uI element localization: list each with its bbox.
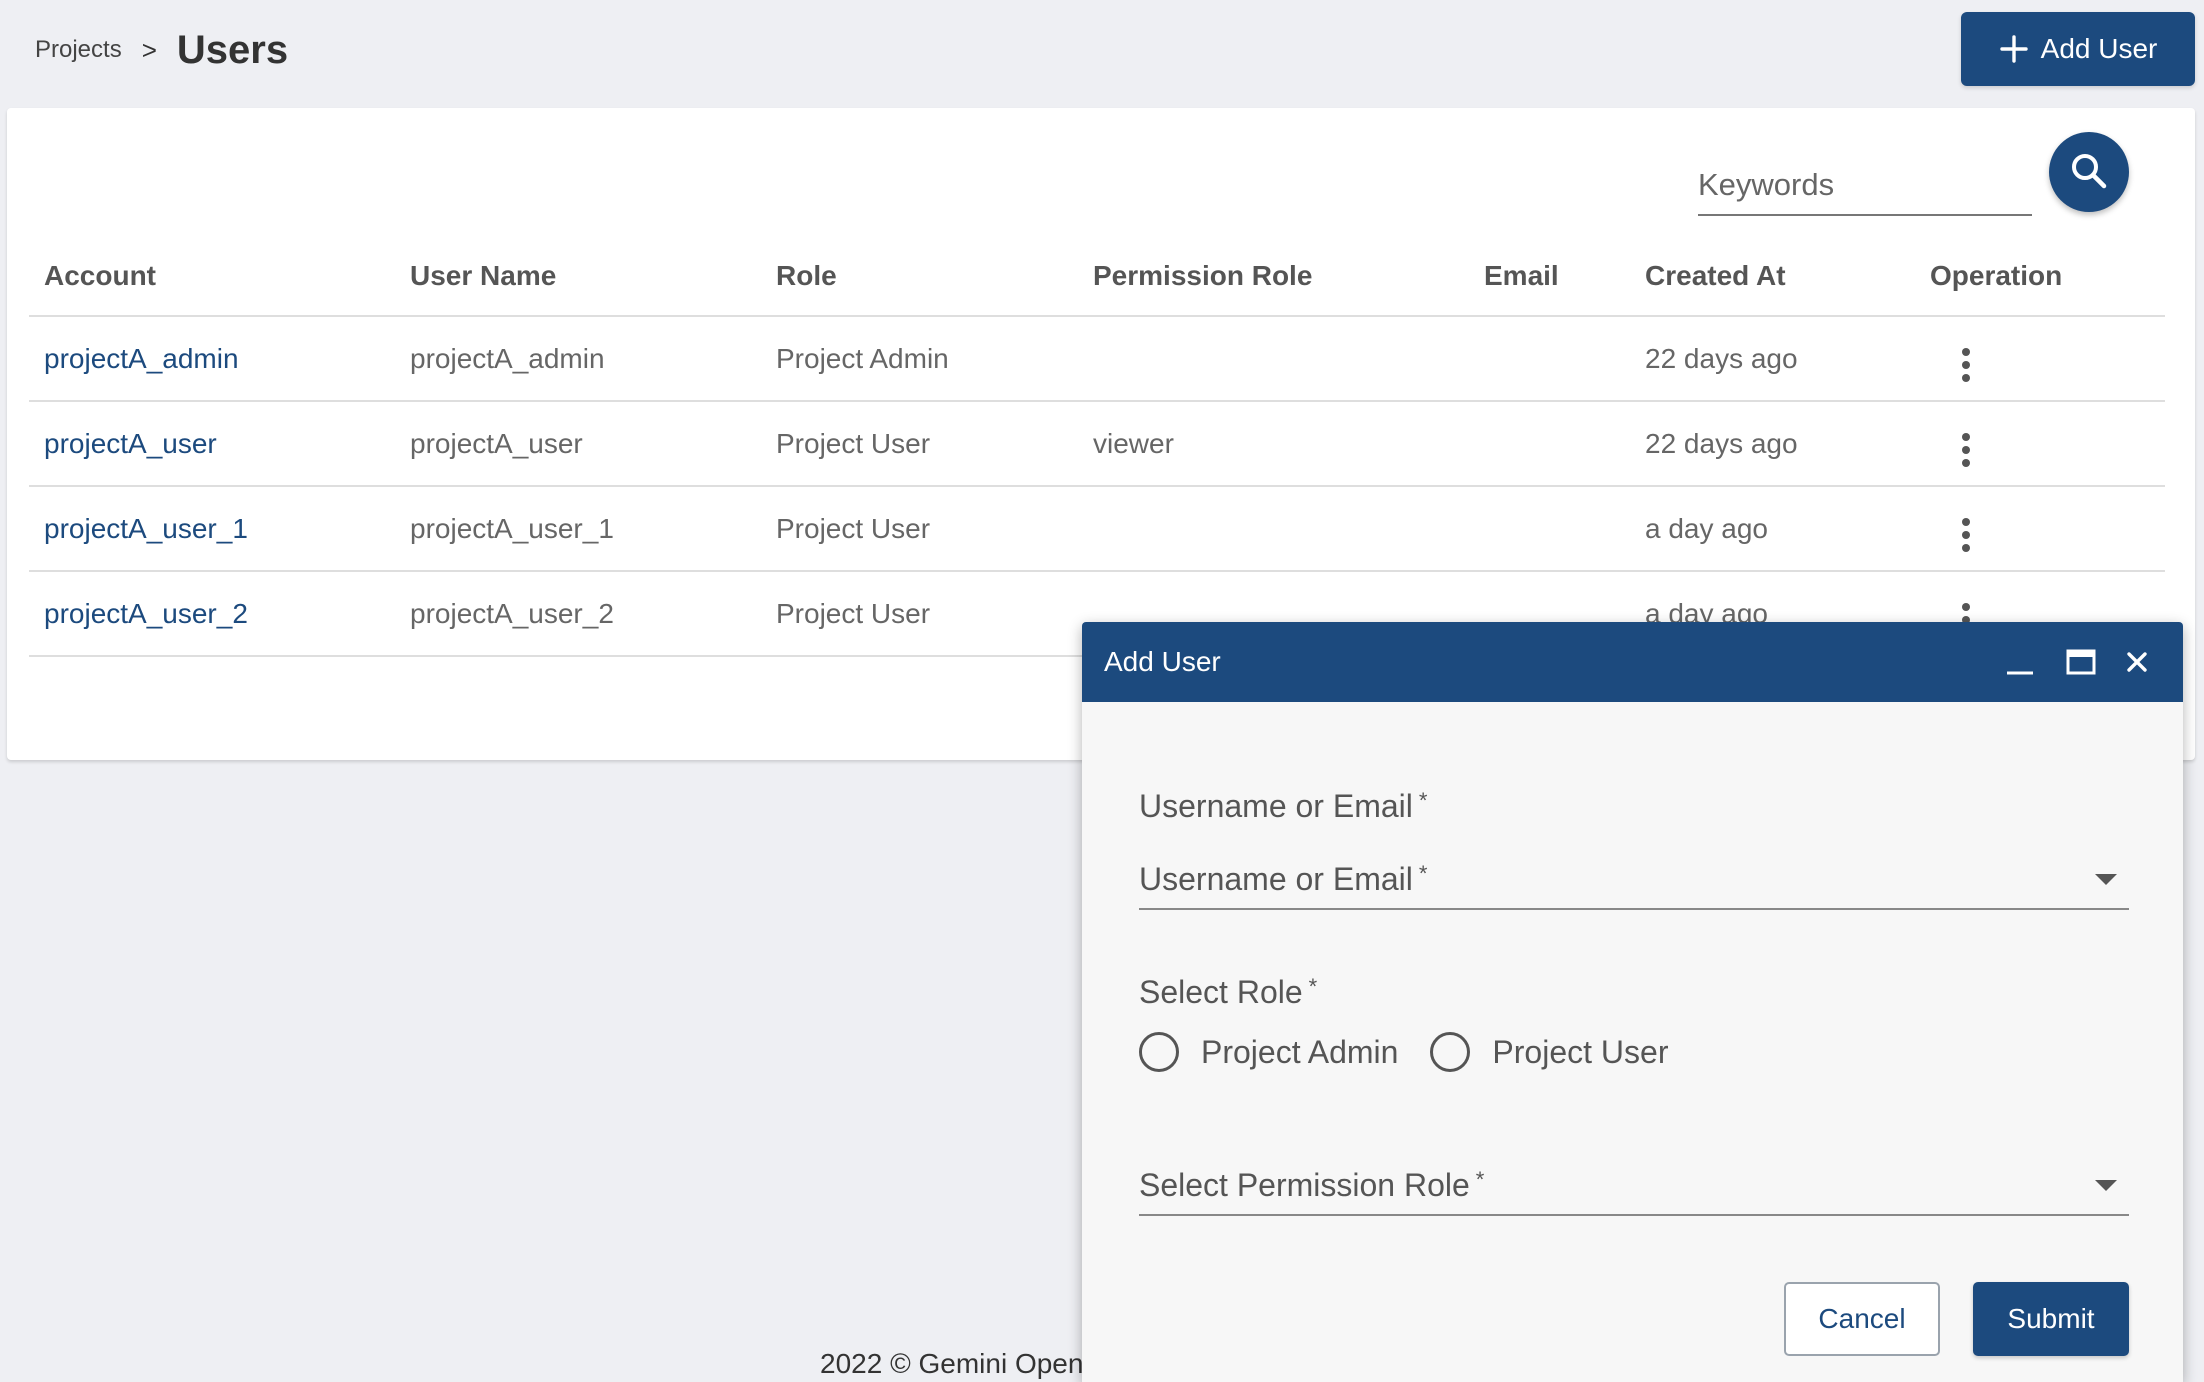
- add-user-button-label: Add User: [2040, 33, 2158, 64]
- username-field-label: Username or Email *: [1139, 788, 1427, 825]
- column-header-operation: Operation: [1915, 224, 2165, 317]
- permission-role-select[interactable]: Select Permission Role *: [1139, 1156, 2129, 1216]
- account-link[interactable]: projectA_user_2: [29, 571, 395, 657]
- footer-copyright: 2022 © Gemini Open: [820, 1348, 1084, 1379]
- page-title: Users: [176, 27, 289, 72]
- role-cell: Project Admin: [761, 316, 1078, 402]
- permission-role-cell: viewer: [1078, 401, 1469, 487]
- column-header-email[interactable]: Email: [1469, 224, 1630, 317]
- required-mark: *: [1475, 1166, 1485, 1192]
- operation-cell: [1915, 401, 2165, 487]
- radio-circle[interactable]: [1139, 1032, 1179, 1072]
- required-mark: *: [1418, 860, 1428, 886]
- radio-circle[interactable]: [1430, 1032, 1471, 1072]
- cancel-button[interactable]: Cancel: [1784, 1282, 1940, 1356]
- required-mark: *: [1418, 788, 1428, 813]
- role-field-label: Select Role *: [1139, 974, 1317, 1011]
- plus-icon: [1999, 34, 2029, 64]
- account-link[interactable]: projectA_user: [29, 401, 395, 487]
- created-at-cell: a day ago: [1630, 486, 1915, 572]
- maximize-icon[interactable]: [2061, 642, 2101, 682]
- role-radio-group: Project Admin Project User: [1139, 1032, 1700, 1072]
- search-icon: [2069, 151, 2109, 194]
- search-button[interactable]: [2049, 132, 2129, 212]
- created-at-cell: 22 days ago: [1630, 401, 1915, 487]
- user-name-cell: projectA_admin: [395, 316, 761, 402]
- username-select-placeholder: Username or Email *: [1139, 861, 1427, 898]
- username-placeholder-text: Username or Email: [1139, 860, 1413, 897]
- radio-project-user[interactable]: Project User: [1430, 1032, 1668, 1072]
- breadcrumb-projects-link[interactable]: Projects: [35, 36, 122, 64]
- breadcrumb-separator: >: [141, 34, 157, 65]
- permission-placeholder-text: Select Permission Role: [1139, 1166, 1470, 1203]
- created-at-cell: 22 days ago: [1630, 316, 1915, 402]
- permission-role-cell: [1078, 486, 1469, 572]
- username-label-text: Username or Email: [1139, 788, 1413, 824]
- add-user-dialog: Add User Username or Email * Username or …: [1082, 622, 2183, 1382]
- username-or-email-select[interactable]: Username or Email *: [1139, 850, 2129, 910]
- radio-label: Project User: [1492, 1033, 1669, 1070]
- permission-role-cell: [1078, 316, 1469, 402]
- table-row: projectA_user_1 projectA_user_1 Project …: [29, 486, 2165, 572]
- user-name-cell: projectA_user_2: [395, 571, 761, 657]
- dialog-header[interactable]: Add User: [1082, 622, 2183, 702]
- more-vert-icon[interactable]: [1956, 429, 1976, 471]
- users-page: Projects > Users Add User Accou: [0, 0, 2204, 1382]
- column-header-created-at[interactable]: Created At: [1630, 224, 1915, 317]
- breadcrumb: Projects > Users: [35, 22, 288, 78]
- radio-label: Project Admin: [1201, 1033, 1399, 1070]
- table-header-row: Account User Name Role Permission Role E…: [29, 224, 2165, 317]
- more-vert-icon[interactable]: [1956, 344, 1976, 386]
- radio-project-admin[interactable]: Project Admin: [1139, 1032, 1398, 1072]
- required-mark: *: [1308, 974, 1318, 999]
- caret-down-icon: [2095, 1180, 2117, 1191]
- user-name-cell: projectA_user_1: [395, 486, 761, 572]
- account-link[interactable]: projectA_user_1: [29, 486, 395, 572]
- role-cell: Project User: [761, 571, 1078, 657]
- email-cell: [1469, 316, 1630, 402]
- submit-button[interactable]: Submit: [1973, 1282, 2129, 1356]
- column-header-role[interactable]: Role: [761, 224, 1078, 317]
- user-name-cell: projectA_user: [395, 401, 761, 487]
- search-input[interactable]: [1698, 156, 2032, 216]
- column-header-permission-role[interactable]: Permission Role: [1078, 224, 1469, 317]
- table-row: projectA_user projectA_user Project User…: [29, 401, 2165, 487]
- operation-cell: [1915, 486, 2165, 572]
- operation-cell: [1915, 316, 2165, 402]
- users-table: Account User Name Role Permission Role E…: [29, 224, 2165, 657]
- minimize-icon[interactable]: [2000, 642, 2040, 682]
- table-row: projectA_admin projectA_admin Project Ad…: [29, 316, 2165, 402]
- role-cell: Project User: [761, 486, 1078, 572]
- caret-down-icon: [2095, 874, 2117, 885]
- account-link[interactable]: projectA_admin: [29, 316, 395, 402]
- column-header-user-name[interactable]: User Name: [395, 224, 761, 317]
- more-vert-icon[interactable]: [1956, 514, 1976, 556]
- role-cell: Project User: [761, 401, 1078, 487]
- column-header-account[interactable]: Account: [29, 224, 395, 317]
- email-cell: [1469, 401, 1630, 487]
- role-label-text: Select Role: [1139, 974, 1303, 1010]
- add-user-button[interactable]: Add User: [1961, 12, 2195, 86]
- email-cell: [1469, 486, 1630, 572]
- dialog-title: Add User: [1104, 646, 1221, 677]
- close-icon[interactable]: [2117, 642, 2157, 682]
- permission-select-placeholder: Select Permission Role *: [1139, 1167, 1484, 1204]
